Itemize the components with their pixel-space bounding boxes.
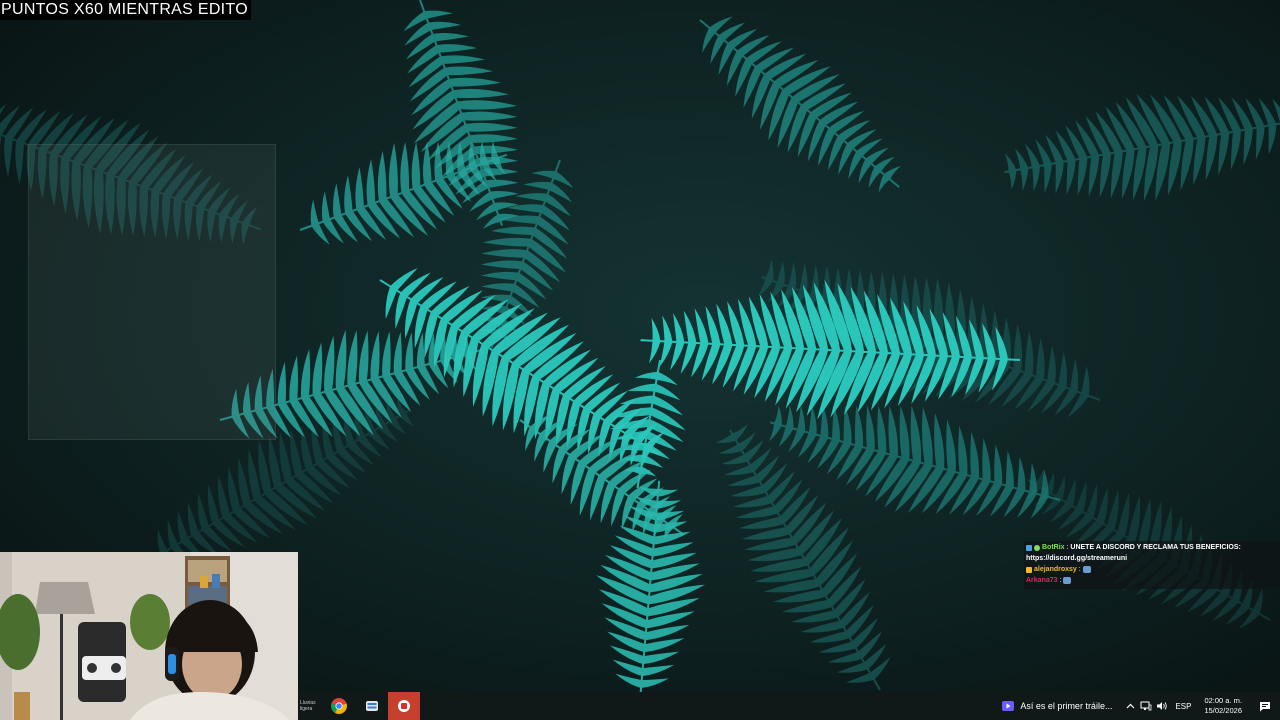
red-app-icon — [398, 700, 410, 712]
chat-message: Arkana73 : — [1026, 575, 1280, 586]
moderator-badge-icon — [1026, 544, 1032, 551]
webcam-feed — [0, 552, 298, 720]
clock-time: 02:00 a. m. — [1204, 696, 1242, 705]
chat-message: alejandroxsy : — [1026, 564, 1280, 575]
clock[interactable]: 02:00 a. m. 15/02/2026 — [1196, 696, 1250, 716]
media-title: Así es el primer tráile... — [1020, 701, 1113, 711]
media-widget[interactable]: Así es el primer tráile... — [992, 700, 1122, 712]
clock-date: 15/02/2026 — [1204, 706, 1242, 715]
chat-text: UNETE A DISCORD Y RECLAMA TUS BENEFICIOS… — [1070, 544, 1241, 551]
chat-message: BotRix : UNETE A DISCORD Y RECLAMA TUS B… — [1026, 542, 1280, 553]
weather-label: Lluvias ligera — [300, 700, 316, 712]
subscriber-badge-icon — [1026, 566, 1032, 573]
language-label: ESP — [1175, 701, 1192, 711]
chat-message-continued: https://discord.gg/streameruni — [1026, 553, 1280, 564]
chat-username: BotRix — [1042, 544, 1065, 551]
emote-icon — [1063, 577, 1072, 584]
stream-banner: PUNTOS X60 MIENTRAS EDITO — [0, 0, 251, 20]
notification-icon[interactable] — [1250, 692, 1280, 720]
taskbar: Lluvias ligera Así es el primer tráile..… — [298, 692, 1280, 720]
app-button[interactable] — [356, 692, 388, 720]
overlay-panel — [28, 144, 276, 440]
chat-link: https://discord.gg/streameruni — [1026, 555, 1128, 562]
weather-widget[interactable]: Lluvias ligera — [298, 692, 322, 720]
system-tray: Así es el primer tráile... ESP 02:00 a. … — [992, 692, 1280, 720]
chrome-button[interactable] — [322, 692, 356, 720]
chat-username: alejandroxsy — [1034, 566, 1077, 573]
chat-username: Arkana73 — [1026, 577, 1058, 584]
media-play-icon — [1002, 701, 1015, 711]
chevron-up-icon[interactable] — [1122, 692, 1138, 720]
language-indicator[interactable]: ESP — [1170, 692, 1196, 720]
task-view-icon — [366, 701, 378, 711]
chrome-icon — [331, 698, 347, 714]
volume-icon[interactable] — [1154, 692, 1170, 720]
emote-icon — [1082, 566, 1091, 573]
active-app-button[interactable] — [388, 692, 420, 720]
chat-overlay: BotRix : UNETE A DISCORD Y RECLAMA TUS B… — [1024, 541, 1280, 589]
bot-badge-icon — [1034, 544, 1040, 551]
network-icon[interactable] — [1138, 692, 1154, 720]
